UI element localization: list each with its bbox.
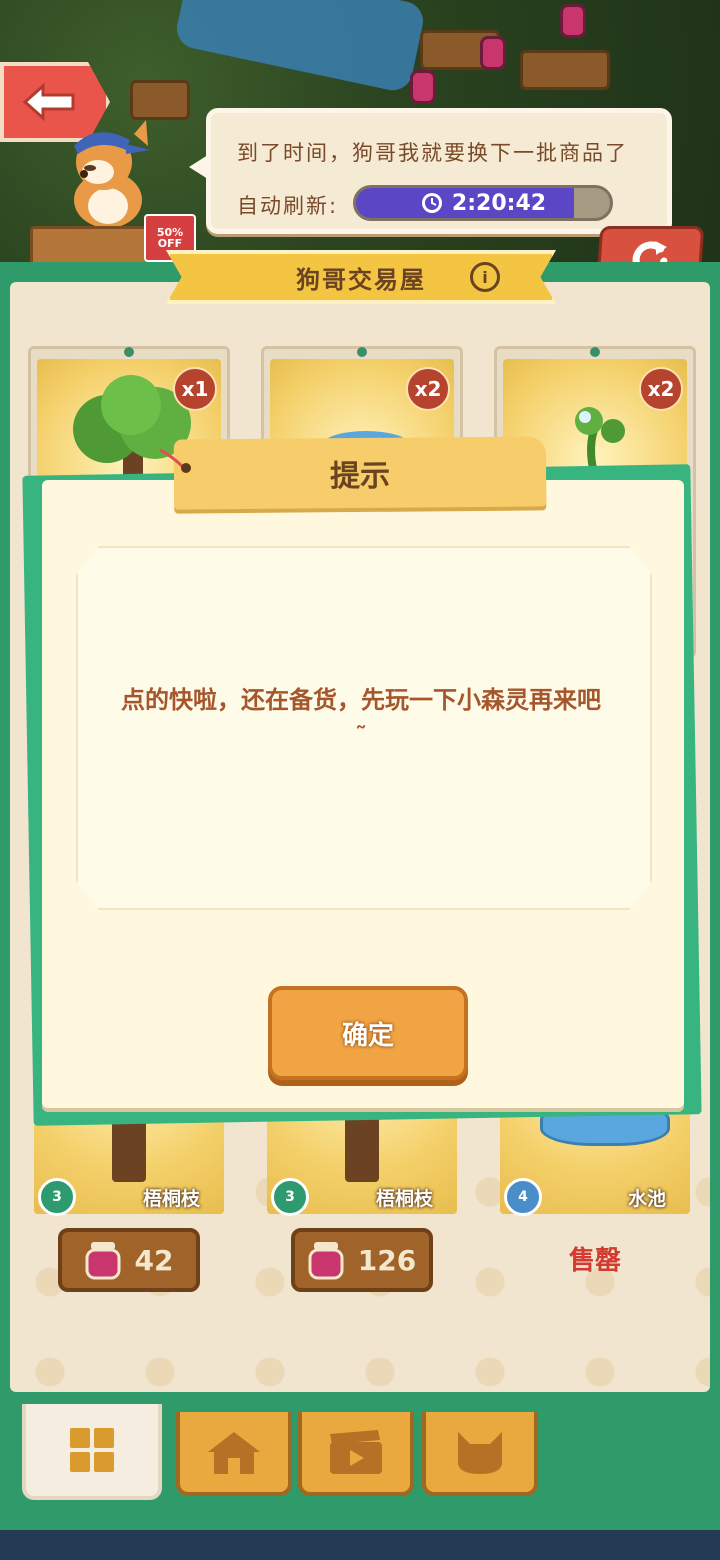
jam-jar-icon [308, 1242, 344, 1280]
string-tie-icon [159, 448, 191, 473]
dialog-title-tab: 提示 [173, 436, 547, 510]
item-quantity-badge: x2 [406, 367, 450, 411]
item-quantity-badge: x2 [639, 367, 683, 411]
refresh-timer-bar: 2:20:42 [353, 185, 613, 221]
auto-refresh-label: 自动刷新: [237, 194, 339, 218]
confirm-button[interactable]: 确定 [268, 986, 468, 1080]
game-screen: 50% OFF 到了时间，狗哥我就要换下一批商品了 自动刷新: 2:20:42 [0, 0, 720, 1560]
sold-out-label: 售罄 [568, 1246, 621, 1276]
item-name: 水池 [627, 1188, 666, 1210]
jar-decoration [560, 4, 586, 38]
pin-icon [357, 347, 367, 357]
item-level-badge: 4 [504, 1178, 542, 1216]
tab-home[interactable] [176, 1412, 292, 1496]
tab-bar-base [0, 1530, 720, 1560]
dialog-message: 点的快啦，还在备货，先玩一下小森灵再来吧˜ [121, 686, 601, 750]
arrow-left-icon [22, 82, 75, 122]
item-name: 梧桐枝 [375, 1188, 433, 1210]
item-price: 126 [357, 1243, 417, 1277]
video-clapper-icon [330, 1430, 382, 1474]
item-level-badge: 3 [38, 1178, 76, 1216]
speech-text: 到了时间，狗哥我就要换下一批商品了 [237, 141, 628, 165]
jar-decoration [410, 70, 436, 104]
item-price: 42 [134, 1243, 174, 1277]
pin-icon [590, 347, 600, 357]
merchant-counter [30, 226, 160, 266]
confirm-button-label: 确定 [341, 1020, 394, 1051]
jar-decoration [480, 36, 506, 70]
refresh-timer-value: 2:20:42 [451, 190, 547, 216]
item-level-badge: 3 [271, 1178, 309, 1216]
dog-merchant-avatar [74, 120, 150, 228]
bottom-tab-bar [0, 1404, 720, 1560]
jam-jar-icon [85, 1242, 121, 1280]
shop-title: 狗哥交易屋 [296, 265, 426, 294]
river-decoration [173, 0, 427, 94]
dialog-title: 提示 [329, 458, 391, 495]
shop-title-ribbon: 狗哥交易屋 i [166, 250, 556, 304]
crate-decoration [520, 50, 610, 90]
crate-decoration [130, 80, 190, 120]
buy-button[interactable]: 42 [58, 1228, 200, 1292]
tab-video[interactable] [298, 1412, 414, 1496]
grid-icon [70, 1428, 114, 1472]
item-quantity-badge: x1 [173, 367, 217, 411]
item-name: 梧桐枝 [142, 1188, 200, 1210]
tab-shop-grid[interactable] [22, 1404, 162, 1500]
house-icon [208, 1432, 260, 1474]
buy-button[interactable]: 126 [291, 1228, 433, 1292]
pin-icon [124, 347, 134, 357]
clock-icon [421, 193, 442, 213]
tab-cat[interactable] [422, 1412, 538, 1496]
info-icon[interactable]: i [470, 262, 500, 292]
cat-icon [458, 1432, 502, 1474]
merchant-speech-bubble: 到了时间，狗哥我就要换下一批商品了 自动刷新: 2:20:42 [189, 108, 672, 234]
